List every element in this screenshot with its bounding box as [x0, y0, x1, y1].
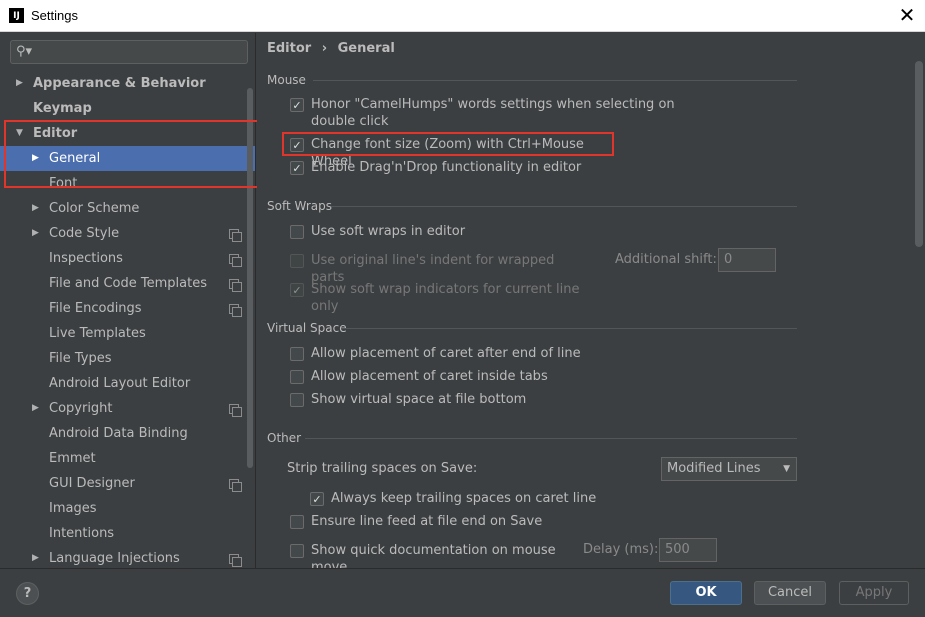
checkbox-checked[interactable]: ✓	[290, 161, 304, 175]
sidebar-item-live-templates[interactable]: Live Templates	[0, 321, 255, 346]
checkbox-checked[interactable]: ✓	[290, 98, 304, 112]
ensure-line-feed-checkbox-row[interactable]: Ensure line feed at file end on Save	[290, 513, 590, 533]
chevron-down-icon: ▼	[783, 464, 790, 474]
honor-camelhumps-checkbox-row[interactable]: ✓ Honor "CamelHumps" words settings when…	[290, 96, 690, 130]
expand-arrow-icon: ▶	[32, 228, 39, 238]
original-indent-checkbox-row: Use original line's indent for wrapped p…	[290, 252, 590, 285]
virtual-space-bottom-checkbox-row[interactable]: Show virtual space at file bottom	[290, 391, 590, 411]
search-icon: ⚲▾	[16, 44, 33, 59]
section-divider	[331, 206, 797, 207]
highlight-box-zoom	[282, 132, 614, 156]
section-other-title: Other	[267, 431, 302, 445]
expand-arrow-icon: ▶	[16, 78, 23, 88]
use-soft-wraps-label: Use soft wraps in editor	[311, 224, 466, 239]
breadcrumb-current: General	[337, 41, 395, 56]
project-scope-icon	[229, 404, 242, 417]
keep-trailing-checkbox-row[interactable]: ✓ Always keep trailing spaces on caret l…	[310, 490, 610, 510]
title-bar: IJ Settings ✕	[0, 0, 925, 32]
caret-inside-tabs-label: Allow placement of caret inside tabs	[311, 369, 548, 384]
sidebar-item-keymap[interactable]: Keymap	[0, 96, 255, 121]
breadcrumb: Editor › General	[267, 41, 395, 56]
strip-trailing-value: Modified Lines	[667, 461, 761, 476]
ensure-line-feed-label: Ensure line feed at file end on Save	[311, 514, 543, 529]
checkbox-unchecked[interactable]	[290, 347, 304, 361]
section-divider	[341, 328, 797, 329]
sidebar-item-images[interactable]: Images	[0, 496, 255, 521]
section-soft-wraps-title: Soft Wraps	[267, 199, 332, 213]
sidebar-item-file-encodings[interactable]: File Encodings	[0, 296, 255, 321]
drag-drop-checkbox-row[interactable]: ✓ Enable Drag'n'Drop functionality in ed…	[290, 159, 620, 179]
sidebar-item-file-code-templates[interactable]: File and Code Templates	[0, 271, 255, 296]
section-divider	[305, 438, 797, 439]
dialog-footer: ? OK Cancel Apply	[0, 568, 925, 617]
section-divider	[313, 80, 797, 81]
sidebar-item-appearance[interactable]: ▶ Appearance & Behavior	[0, 71, 255, 96]
section-mouse-title: Mouse	[267, 73, 306, 87]
quick-doc-label: Show quick documentation on mouse move	[311, 543, 556, 568]
highlight-box-editor	[4, 120, 264, 188]
checkbox-unchecked[interactable]	[290, 544, 304, 558]
keep-trailing-label: Always keep trailing spaces on caret lin…	[331, 491, 597, 506]
drag-drop-label: Enable Drag'n'Drop functionality in edit…	[311, 160, 582, 175]
settings-content: Editor › General Mouse ✓ Honor "CamelHum…	[257, 33, 925, 568]
sidebar-item-gui-designer[interactable]: GUI Designer	[0, 471, 255, 496]
sidebar-item-android-data-binding[interactable]: Android Data Binding	[0, 421, 255, 446]
sidebar-item-android-layout-editor[interactable]: Android Layout Editor	[0, 371, 255, 396]
settings-sidebar: ⚲▾ ▶ Appearance & Behavior Keymap ▼ Edit…	[0, 33, 256, 568]
checkbox-checked[interactable]: ✓	[310, 492, 324, 506]
project-scope-icon	[229, 229, 242, 242]
checkbox-disabled-checked: ✓	[290, 283, 304, 297]
apply-button[interactable]: Apply	[839, 581, 909, 605]
honor-camelhumps-label-cont: double click	[311, 114, 389, 129]
project-scope-icon	[229, 479, 242, 492]
checkbox-unchecked[interactable]	[290, 370, 304, 384]
checkbox-disabled	[290, 254, 304, 268]
content-scrollbar[interactable]	[915, 61, 923, 247]
sidebar-item-intentions[interactable]: Intentions	[0, 521, 255, 546]
delay-input[interactable]: 500	[659, 538, 717, 562]
sidebar-item-emmet[interactable]: Emmet	[0, 446, 255, 471]
strip-trailing-label: Strip trailing spaces on Save:	[287, 461, 478, 476]
project-scope-icon	[229, 304, 242, 317]
expand-arrow-icon: ▶	[32, 553, 39, 563]
breadcrumb-separator: ›	[321, 41, 328, 56]
cancel-button[interactable]: Cancel	[754, 581, 826, 605]
search-input[interactable]: ⚲▾	[10, 40, 248, 64]
additional-shift-label: Additional shift:	[615, 252, 717, 267]
strip-trailing-dropdown[interactable]: Modified Lines ▼	[661, 457, 797, 481]
sidebar-item-code-style[interactable]: ▶ Code Style	[0, 221, 255, 246]
use-soft-wraps-checkbox-row[interactable]: Use soft wraps in editor	[290, 223, 590, 243]
project-scope-icon	[229, 554, 242, 567]
expand-arrow-icon: ▶	[32, 203, 39, 213]
honor-camelhumps-label: Honor "CamelHumps" words settings when s…	[311, 97, 675, 112]
sidebar-item-file-types[interactable]: File Types	[0, 346, 255, 371]
sidebar-item-color-scheme[interactable]: ▶ Color Scheme	[0, 196, 255, 221]
project-scope-icon	[229, 254, 242, 267]
expand-arrow-icon: ▶	[32, 403, 39, 413]
soft-wrap-indicators-label: Show soft wrap indicators for current li…	[311, 282, 580, 314]
app-icon: IJ	[9, 8, 24, 23]
quick-doc-checkbox-row[interactable]: Show quick documentation on mouse move	[290, 542, 590, 568]
virtual-space-bottom-label: Show virtual space at file bottom	[311, 392, 527, 407]
ok-button[interactable]: OK	[670, 581, 742, 605]
help-button[interactable]: ?	[16, 582, 39, 605]
checkbox-unchecked[interactable]	[290, 515, 304, 529]
additional-shift-input[interactable]: 0	[718, 248, 776, 272]
caret-inside-tabs-checkbox-row[interactable]: Allow placement of caret inside tabs	[290, 368, 590, 388]
delay-label: Delay (ms):	[583, 542, 659, 557]
caret-after-eol-label: Allow placement of caret after end of li…	[311, 346, 581, 361]
project-scope-icon	[229, 279, 242, 292]
breadcrumb-parent[interactable]: Editor	[267, 41, 311, 56]
sidebar-item-language-injections[interactable]: ▶ Language Injections	[0, 546, 255, 568]
section-virtual-space-title: Virtual Space	[267, 321, 347, 335]
sidebar-item-copyright[interactable]: ▶ Copyright	[0, 396, 255, 421]
caret-after-eol-checkbox-row[interactable]: Allow placement of caret after end of li…	[290, 345, 590, 365]
checkbox-unchecked[interactable]	[290, 393, 304, 407]
checkbox-unchecked[interactable]	[290, 225, 304, 239]
window-title: Settings	[31, 8, 78, 23]
soft-wrap-indicators-checkbox-row: ✓ Show soft wrap indicators for current …	[290, 281, 610, 314]
close-icon[interactable]: ✕	[898, 5, 916, 25]
sidebar-item-inspections[interactable]: Inspections	[0, 246, 255, 271]
